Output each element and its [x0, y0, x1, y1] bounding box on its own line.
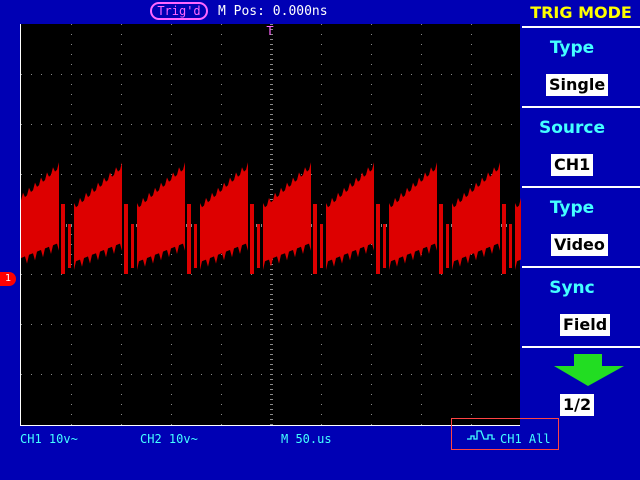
- menu-item-label: Type: [549, 198, 595, 218]
- side-menu: TRIG MODE Type Single Source CH1 Type Vi…: [522, 0, 640, 480]
- menu-item-value: Single: [546, 74, 609, 96]
- main-position-readout: M Pos: 0.000ns: [218, 4, 328, 19]
- waveform-display: [20, 24, 521, 426]
- timebase-readout: M 50.us: [281, 432, 332, 446]
- menu-item-source[interactable]: Source CH1: [522, 106, 640, 184]
- waveform-canvas: [21, 24, 521, 425]
- menu-item-sync[interactable]: Sync Field: [522, 266, 640, 344]
- menu-item-type[interactable]: Type Single: [522, 26, 640, 104]
- ch1-scale-readout: CH1 10v~: [20, 432, 78, 446]
- menu-page-indicator: 1/2: [560, 394, 595, 416]
- next-page-button[interactable]: 1/2: [522, 346, 640, 426]
- ch1-level-marker: 1: [0, 272, 16, 286]
- menu-title: TRIG MODE: [530, 3, 632, 22]
- trigger-position-marker: T: [266, 24, 274, 38]
- menu-item-value: Field: [560, 314, 611, 336]
- menu-item-value: CH1: [551, 154, 594, 176]
- menu-item-label: Sync: [549, 278, 595, 298]
- menu-item-label: Source: [538, 118, 606, 138]
- ch2-scale-readout: CH2 10v~: [140, 432, 198, 446]
- arrow-down-icon: [554, 354, 624, 386]
- menu-item-label: Type: [549, 38, 595, 58]
- menu-item-trigger-type[interactable]: Type Video: [522, 186, 640, 264]
- ch1-waveform-trace: [21, 162, 521, 274]
- video-trigger-icon: [467, 430, 495, 440]
- trigger-status-badge: Trig'd: [150, 2, 208, 20]
- menu-item-value: Video: [551, 234, 608, 256]
